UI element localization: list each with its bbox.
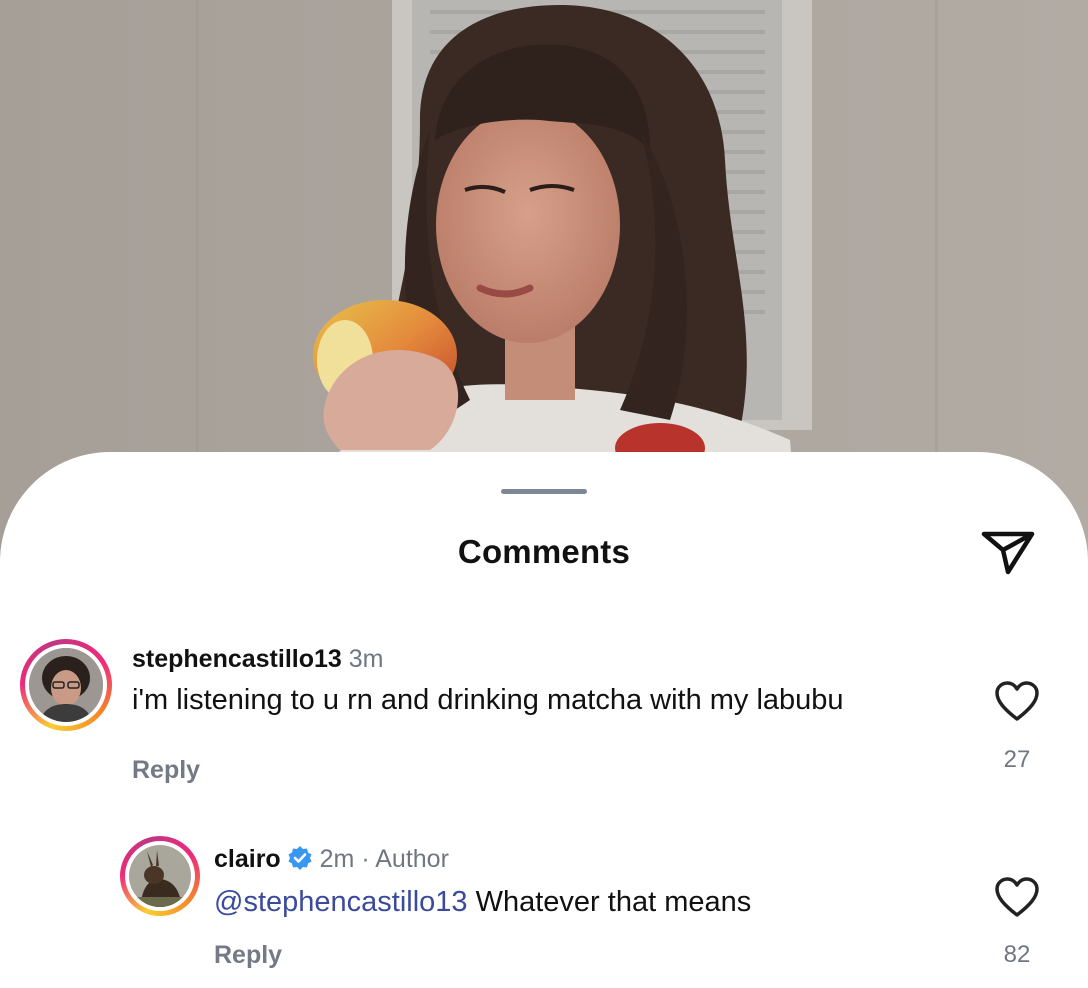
comment-username[interactable]: clairo	[214, 845, 281, 873]
comment-header: stephencastillo13 3m	[132, 645, 384, 674]
reply-button[interactable]: Reply	[214, 941, 282, 970]
comment-time: 3m	[348, 645, 384, 673]
meta-separator: ·	[361, 845, 370, 873]
heart-icon	[995, 877, 1039, 917]
comment-text: @stephencastillo13 Whatever that means	[214, 886, 751, 919]
comment-username[interactable]: stephencastillo13	[132, 645, 342, 673]
like-count: 82	[1003, 941, 1031, 968]
mention-link[interactable]: @stephencastillo13	[214, 886, 468, 918]
like-button[interactable]	[994, 680, 1040, 722]
like-count: 27	[1003, 746, 1031, 773]
like-button[interactable]	[994, 876, 1040, 918]
sheet-title: Comments	[457, 533, 631, 570]
comment-header: clairo 2m · Author	[214, 845, 449, 874]
comment-time: 2m	[319, 845, 355, 873]
verified-badge-icon	[288, 846, 312, 870]
reply-button[interactable]: Reply	[132, 756, 200, 785]
avatar-photo	[129, 845, 191, 907]
comment-text: i'm listening to u rn and drinking match…	[132, 684, 844, 716]
avatar-photo	[29, 648, 103, 722]
share-button[interactable]	[978, 520, 1038, 580]
author-tag: Author	[375, 845, 449, 873]
comment-body: Whatever that means	[475, 886, 752, 918]
heart-icon	[995, 681, 1039, 721]
comments-screen: Comments stephencastillo13 3m i'm listen…	[0, 0, 1088, 988]
avatar[interactable]	[129, 845, 191, 907]
avatar[interactable]	[29, 648, 103, 722]
send-icon	[981, 531, 1035, 575]
sheet-grabber-handle[interactable]	[501, 489, 587, 494]
